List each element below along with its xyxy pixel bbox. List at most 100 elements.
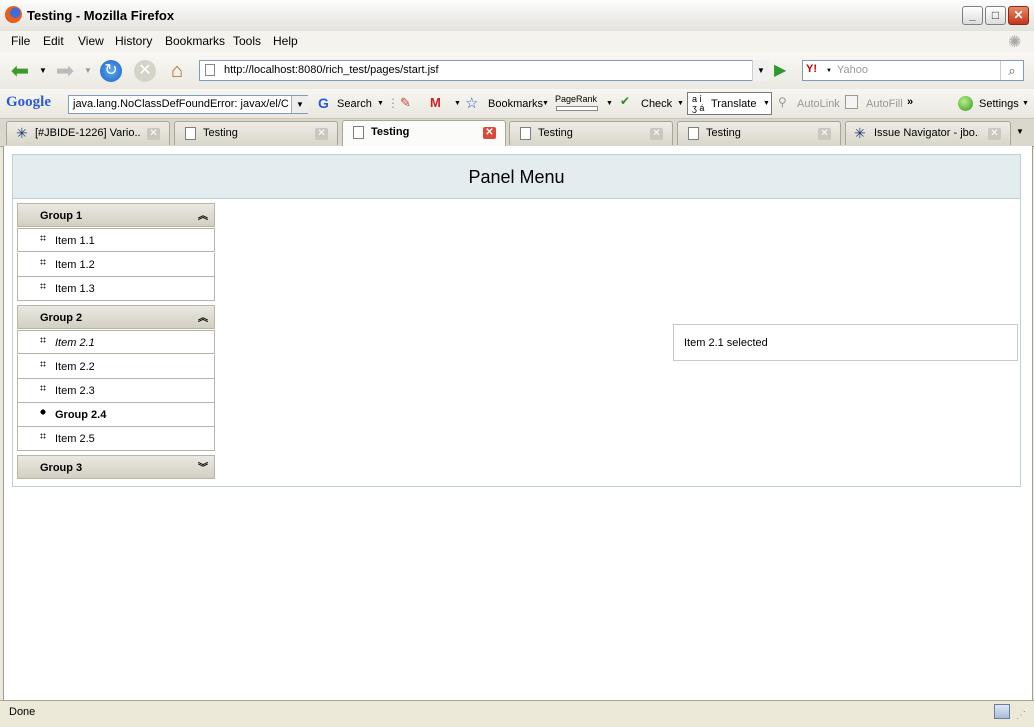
tab-testing-1[interactable]: Testing ✕ xyxy=(174,121,338,145)
gmail-dropdown-icon[interactable]: ▼ xyxy=(454,100,461,107)
tab-label: Testing xyxy=(371,126,410,138)
grid-bullet-icon xyxy=(40,361,46,367)
page-info-icon[interactable] xyxy=(994,704,1010,719)
spellcheck-icon[interactable]: ✔ xyxy=(620,94,630,108)
google-search-text: java.lang.NoClassDefFoundError: javax/el… xyxy=(73,98,289,110)
overflow-chevron-icon[interactable]: » xyxy=(907,96,913,108)
tab-close-icon[interactable]: ✕ xyxy=(147,128,160,140)
panel-header: Panel Menu xyxy=(13,155,1020,199)
autofill-icon[interactable] xyxy=(845,95,858,109)
panel-menu-item-2-2[interactable]: Item 2.2 xyxy=(17,355,215,379)
tab-label: Testing xyxy=(538,127,573,139)
menu-tools[interactable]: Tools xyxy=(233,34,261,48)
gmail-icon[interactable]: M xyxy=(430,95,441,110)
tab-close-icon[interactable]: ✕ xyxy=(483,127,496,139)
google-logo[interactable]: Google xyxy=(6,94,51,111)
throbber-icon: ✺ xyxy=(1008,34,1022,51)
star-icon[interactable]: ☆ xyxy=(465,94,478,112)
search-dropdown-icon[interactable]: ▼ xyxy=(377,100,384,107)
close-button[interactable]: ✕ xyxy=(1008,6,1029,25)
page-icon xyxy=(688,127,699,140)
forward-dropdown-icon[interactable]: ▼ xyxy=(84,66,92,75)
search-placeholder: Yahoo xyxy=(837,64,868,76)
bookmarks-dropdown-icon[interactable]: ▼ xyxy=(542,100,549,107)
panel-menu-item-1-3[interactable]: Item 1.3 xyxy=(17,277,215,301)
status-bar: Done ⋰ xyxy=(0,700,1034,727)
autolink-icon[interactable]: ⚲ xyxy=(778,95,787,109)
reload-icon[interactable]: ↻ xyxy=(100,60,122,82)
pagerank-dropdown-icon[interactable]: ▼ xyxy=(606,100,613,107)
tab-testing-active[interactable]: Testing ✕ xyxy=(342,120,506,146)
autolink-button[interactable]: AutoLink xyxy=(797,98,840,110)
tab-jbide-1226[interactable]: ✳ [#JBIDE-1226] Vario... ✕ xyxy=(6,121,170,145)
url-bar[interactable]: http://localhost:8080/rich_test/pages/st… xyxy=(199,60,767,81)
tab-testing-4[interactable]: Testing ✕ xyxy=(677,121,841,145)
panel-menu-item-2-3[interactable]: Item 2.3 xyxy=(17,379,215,403)
tab-close-icon[interactable]: ✕ xyxy=(315,128,328,140)
menu-file[interactable]: File xyxy=(11,34,30,48)
tab-testing-3[interactable]: Testing ✕ xyxy=(509,121,673,145)
search-box[interactable]: Y! ▼ Yahoo ⌕ xyxy=(802,60,1024,81)
resize-grip-icon[interactable]: ⋰ xyxy=(1016,710,1026,721)
grid-bullet-icon xyxy=(40,259,46,265)
popup-blocker-icon[interactable]: ✎ xyxy=(400,95,411,111)
stop-icon[interactable]: ✕ xyxy=(134,60,156,82)
translate-button[interactable]: a ίʒ á Translate ▼ xyxy=(687,92,772,115)
check-dropdown-icon[interactable]: ▼ xyxy=(677,100,684,107)
grid-bullet-icon xyxy=(40,235,46,241)
panel-menu-item-1-2[interactable]: Item 1.2 xyxy=(17,253,215,277)
grid-bullet-icon xyxy=(40,337,46,343)
search-icon[interactable]: ⌕ xyxy=(1000,61,1023,80)
maximize-button[interactable]: □ xyxy=(985,6,1006,25)
group-label: Group 2 xyxy=(40,312,83,324)
yahoo-engine-icon[interactable]: Y! xyxy=(806,63,817,75)
panel-menu-subgroup-2-4[interactable]: Group 2.4 xyxy=(17,403,215,427)
panel-menu-item-1-1[interactable]: Item 1.1 xyxy=(17,228,215,252)
tab-close-icon[interactable]: ✕ xyxy=(818,128,831,140)
check-button[interactable]: Check xyxy=(641,98,672,110)
panel-menu-group-1[interactable]: Group 1 ︽ xyxy=(17,203,215,227)
page-icon xyxy=(185,127,196,140)
google-history-dropdown-icon[interactable]: ▼ xyxy=(291,96,308,113)
autofill-button[interactable]: AutoFill xyxy=(866,98,903,110)
chevron-up-icon: ︽ xyxy=(198,313,208,324)
url-dropdown-icon[interactable]: ▼ xyxy=(752,60,769,81)
google-search-button[interactable]: Search xyxy=(337,98,372,110)
tab-label: Testing xyxy=(706,127,741,139)
home-icon[interactable]: ⌂ xyxy=(166,60,188,82)
menu-bookmarks[interactable]: Bookmarks xyxy=(165,34,225,48)
google-search-input[interactable]: java.lang.NoClassDefFoundError: javax/el… xyxy=(68,95,308,114)
menu-view[interactable]: View xyxy=(78,34,104,48)
menu-help[interactable]: Help xyxy=(273,34,298,48)
page-icon xyxy=(520,127,531,140)
item-label: Item 2.2 xyxy=(55,361,95,373)
menu-history[interactable]: History xyxy=(115,34,152,48)
translate-label: Translate xyxy=(711,98,757,110)
title-bar: Testing - Mozilla Firefox _ □ ✕ xyxy=(0,0,1034,32)
back-arrow-icon[interactable]: ⬅ xyxy=(9,60,31,82)
engine-dropdown-icon[interactable]: ▼ xyxy=(826,68,832,74)
panel-menu-item-2-5[interactable]: Item 2.5 xyxy=(17,427,215,451)
tab-close-icon[interactable]: ✕ xyxy=(988,128,1001,140)
grid-bullet-icon xyxy=(40,433,46,439)
group-label: Group 1 xyxy=(40,210,83,222)
settings-button[interactable]: Settings xyxy=(979,98,1019,110)
minimize-button[interactable]: _ xyxy=(962,6,983,25)
forward-arrow-icon[interactable]: ➡ xyxy=(54,60,76,82)
tab-list-dropdown-icon[interactable]: ▼ xyxy=(1016,127,1024,136)
go-arrow-icon[interactable]: ▶ xyxy=(774,61,793,80)
item-label: Item 1.3 xyxy=(55,283,95,295)
selection-output: Item 2.1 selected xyxy=(673,324,1018,361)
menu-edit[interactable]: Edit xyxy=(43,34,64,48)
tab-close-icon[interactable]: ✕ xyxy=(650,128,663,140)
back-dropdown-icon[interactable]: ▼ xyxy=(39,66,47,75)
tab-issue-navigator[interactable]: ✳ Issue Navigator - jbo... ✕ xyxy=(845,121,1011,145)
bookmarks-button[interactable]: Bookmarks xyxy=(488,98,543,110)
settings-dropdown-icon[interactable]: ▼ xyxy=(1022,100,1029,107)
item-label: Item 2.1 xyxy=(55,337,95,349)
panel-menu-group-2[interactable]: Group 2 ︽ xyxy=(17,305,215,329)
panel-menu-item-2-1[interactable]: Item 2.1 xyxy=(17,330,215,354)
settings-status-icon[interactable] xyxy=(958,96,973,111)
translate-dropdown-icon: ▼ xyxy=(763,100,770,107)
panel-menu-group-3[interactable]: Group 3 ︾ xyxy=(17,455,215,479)
